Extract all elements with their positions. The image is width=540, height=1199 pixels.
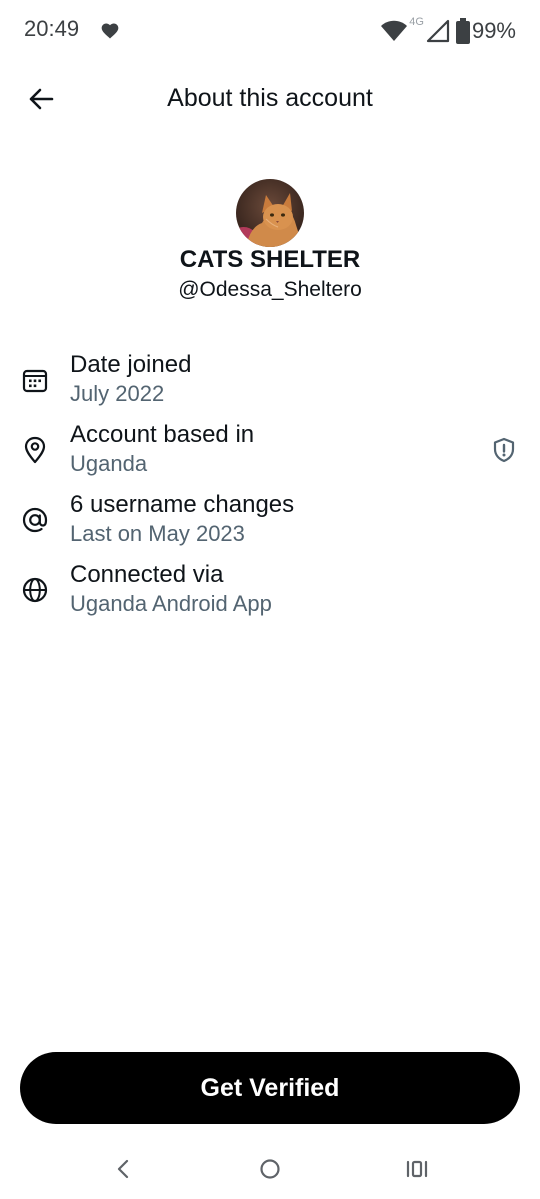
globe-icon (20, 575, 50, 605)
wifi-icon (381, 20, 408, 41)
battery-percentage: 99% (471, 18, 516, 43)
page-title: About this account (167, 84, 373, 112)
location-pin-icon (20, 435, 50, 465)
info-row-connected-via: Connected via Uganda Android App (0, 560, 540, 630)
calendar-icon (20, 365, 50, 395)
status-time: 20:49 (24, 16, 80, 41)
shield-alert-icon[interactable] (490, 436, 518, 464)
info-label: Connected via (70, 561, 224, 588)
system-nav-bar (0, 1140, 540, 1199)
avatar[interactable] (236, 179, 304, 247)
network-type-label: 4G (409, 16, 424, 28)
info-value: July 2022 (70, 381, 165, 406)
home-circle-icon (260, 1159, 280, 1179)
get-verified-button[interactable]: Get Verified (20, 1052, 520, 1124)
info-value: Last on May 2023 (70, 521, 245, 546)
info-value: Uganda Android App (70, 591, 272, 616)
cat-avatar-image (236, 179, 304, 247)
status-bar: 20:49 4G 99% (0, 0, 540, 64)
display-name: CATS SHELTER (179, 246, 361, 273)
battery-icon (455, 18, 470, 44)
cell-signal-icon (426, 19, 450, 43)
nav-recents-button[interactable] (402, 1154, 432, 1184)
recents-icon (406, 1160, 428, 1178)
chevron-left-icon (117, 1159, 129, 1179)
info-row-date-joined: Date joined July 2022 (0, 350, 540, 420)
info-value: Uganda (70, 451, 148, 476)
info-row-username-changes: 6 username changes Last on May 2023 (0, 490, 540, 560)
info-label: Account based in (70, 421, 255, 448)
info-text: Connected via Uganda Android App (70, 560, 272, 618)
info-row-account-location: Account based in Uganda (0, 420, 540, 490)
heart-icon (101, 23, 119, 39)
at-sign-icon (20, 505, 50, 535)
info-text: Date joined July 2022 (70, 350, 191, 408)
info-text: Account based in Uganda (70, 420, 254, 478)
username-handle: @Odessa_Sheltero (178, 278, 362, 301)
app-header: About this account (0, 64, 540, 134)
status-icons: 4G 99% (380, 16, 516, 46)
nav-back-button[interactable] (108, 1154, 138, 1184)
info-text: 6 username changes Last on May 2023 (70, 490, 294, 548)
nav-home-button[interactable] (255, 1154, 285, 1184)
info-label: Date joined (70, 351, 192, 378)
info-label: 6 username changes (70, 491, 295, 518)
account-info-list: Date joined July 2022 Account based in U… (0, 350, 540, 630)
